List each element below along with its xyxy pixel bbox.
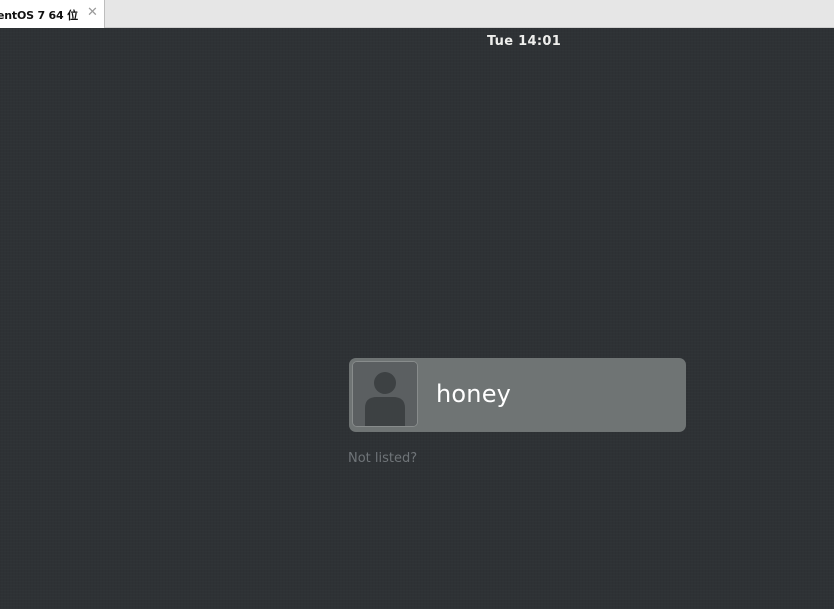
login-screen: Tue 14:01 honey Not listed? (0, 28, 834, 609)
close-icon[interactable]: ✕ (87, 5, 98, 21)
vm-tab[interactable]: entOS 7 64 位 ✕ (0, 0, 105, 29)
user-list-item[interactable]: honey (349, 358, 686, 432)
vm-tab-title: entOS 7 64 位 (0, 9, 78, 22)
user-name: honey (436, 380, 512, 408)
not-listed-link[interactable]: Not listed? (348, 451, 417, 466)
user-avatar-icon (352, 361, 418, 427)
vm-tab-bar: entOS 7 64 位 ✕ (0, 0, 834, 29)
clock[interactable]: Tue 14:01 (0, 34, 834, 49)
